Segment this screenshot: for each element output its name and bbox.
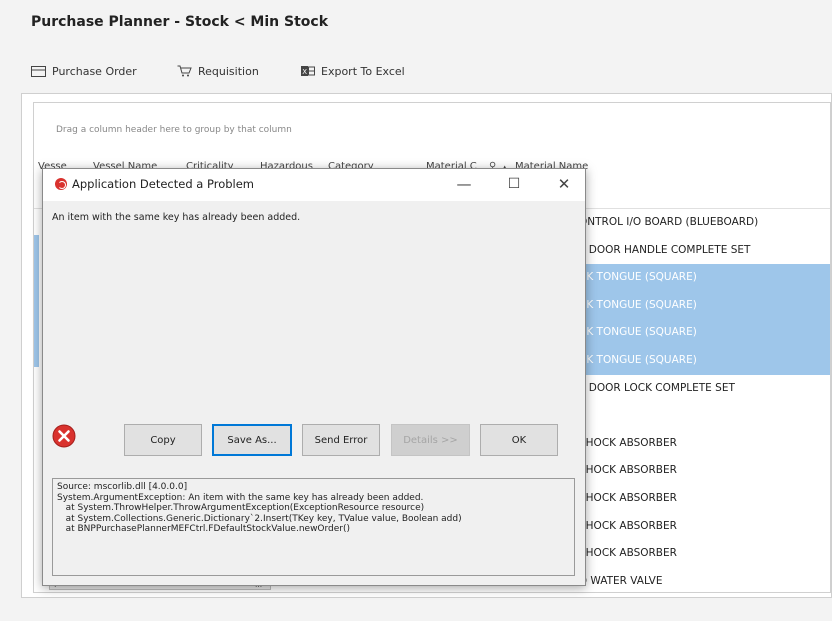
table-row[interactable]: SHOCK ABSORBER bbox=[579, 540, 830, 568]
cart-icon bbox=[177, 65, 192, 77]
group-by-hint[interactable]: Drag a column header here to group by th… bbox=[56, 125, 292, 135]
export-to-excel-button[interactable]: X Export To Excel bbox=[301, 61, 405, 81]
row-selection-indicator bbox=[34, 235, 39, 367]
excel-icon: X bbox=[301, 66, 315, 76]
error-x-icon bbox=[52, 424, 76, 448]
minimize-icon[interactable]: — bbox=[453, 173, 475, 195]
copy-button[interactable]: Copy bbox=[124, 424, 202, 456]
table-row[interactable]: CK TONGUE (SQUARE) bbox=[579, 264, 830, 292]
error-details-textbox[interactable]: Source: mscorlib.dll [4.0.0.0] System.Ar… bbox=[52, 478, 575, 576]
grid-rows: ONTROL I/O BOARD (BLUEBOARD) Y DOOR HAND… bbox=[579, 209, 830, 592]
svg-text:X: X bbox=[302, 68, 307, 76]
table-row[interactable]: SHOCK ABSORBER bbox=[579, 485, 830, 513]
close-icon[interactable]: ✕ bbox=[553, 173, 575, 195]
dialog-title: Application Detected a Problem bbox=[72, 177, 255, 191]
table-row[interactable]: SHOCK ABSORBER bbox=[579, 513, 830, 541]
table-row[interactable]: SHOCK ABSORBER bbox=[579, 457, 830, 485]
table-row[interactable]: Y DOOR LOCK COMPLETE SET bbox=[579, 375, 830, 403]
purchase-order-button[interactable]: Purchase Order bbox=[31, 61, 137, 81]
requisition-button[interactable]: Requisition bbox=[177, 61, 259, 81]
send-error-button[interactable]: Send Error bbox=[302, 424, 380, 456]
table-row[interactable]: CK TONGUE (SQUARE) bbox=[579, 346, 830, 375]
dialog-titlebar[interactable]: Application Detected a Problem — ☐ ✕ bbox=[43, 169, 585, 201]
table-row[interactable] bbox=[579, 402, 830, 430]
table-row[interactable]: CK TONGUE (SQUARE) bbox=[579, 291, 830, 320]
error-dialog: Application Detected a Problem — ☐ ✕ An … bbox=[42, 168, 586, 586]
table-row[interactable]: SHOCK ABSORBER bbox=[579, 430, 830, 458]
export-to-excel-label: Export To Excel bbox=[321, 64, 405, 78]
table-row[interactable]: ONTROL I/O BOARD (BLUEBOARD) bbox=[579, 209, 830, 237]
table-row[interactable]: D WATER VALVE bbox=[579, 568, 830, 592]
ok-button[interactable]: OK bbox=[480, 424, 558, 456]
page-title: Purchase Planner - Stock < Min Stock bbox=[31, 14, 329, 30]
requisition-label: Requisition bbox=[198, 64, 259, 78]
error-message: An item with the same key has already be… bbox=[52, 212, 301, 223]
purchase-order-icon bbox=[31, 65, 46, 77]
save-as-button[interactable]: Save As... bbox=[212, 424, 292, 456]
table-row[interactable]: Y DOOR HANDLE COMPLETE SET bbox=[579, 237, 830, 265]
purchase-order-label: Purchase Order bbox=[52, 64, 137, 78]
table-row[interactable]: CK TONGUE (SQUARE) bbox=[579, 319, 830, 347]
app-error-icon bbox=[55, 178, 67, 190]
details-button[interactable]: Details >> bbox=[391, 424, 470, 456]
maximize-icon[interactable]: ☐ bbox=[503, 173, 525, 195]
